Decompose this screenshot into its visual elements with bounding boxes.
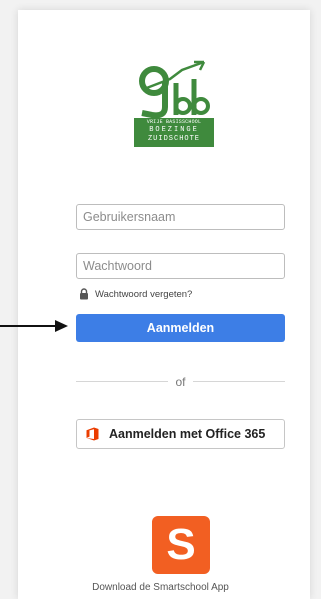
- school-name-line2: BOEZINGE: [149, 126, 199, 134]
- smartschool-app-letter: S: [166, 520, 196, 569]
- smartschool-app-icon[interactable]: S: [152, 516, 210, 574]
- password-input[interactable]: [76, 253, 285, 279]
- forgot-password-link[interactable]: Wachtwoord vergeten?: [79, 287, 192, 301]
- school-name-line3: ZUIDSCHOTE: [147, 135, 200, 143]
- office-365-login-button[interactable]: Aanmelden met Office 365: [76, 419, 285, 449]
- school-name-line1: VRIJE BASISSCHOOL: [146, 119, 202, 125]
- forgot-password-label: Wachtwoord vergeten?: [95, 288, 193, 300]
- download-app-link[interactable]: Download de Smartschool App: [0, 582, 321, 593]
- lock-icon: [79, 288, 89, 300]
- school-logo: VRIJE BASISSCHOOL BOEZINGE ZUIDSCHOTE: [134, 53, 214, 148]
- or-divider: of: [76, 374, 285, 390]
- divider-line-right: [193, 381, 285, 382]
- school-name-plaque: VRIJE BASISSCHOOL BOEZINGE ZUIDSCHOTE: [134, 118, 214, 147]
- office-365-icon: [86, 427, 99, 441]
- office-365-login-label: Aanmelden met Office 365: [109, 427, 266, 441]
- login-button[interactable]: Aanmelden: [76, 314, 285, 342]
- username-input[interactable]: [76, 204, 285, 230]
- divider-label: of: [175, 375, 186, 389]
- school-logo-mark: [139, 60, 210, 119]
- pointer-arrow-icon: [0, 320, 68, 332]
